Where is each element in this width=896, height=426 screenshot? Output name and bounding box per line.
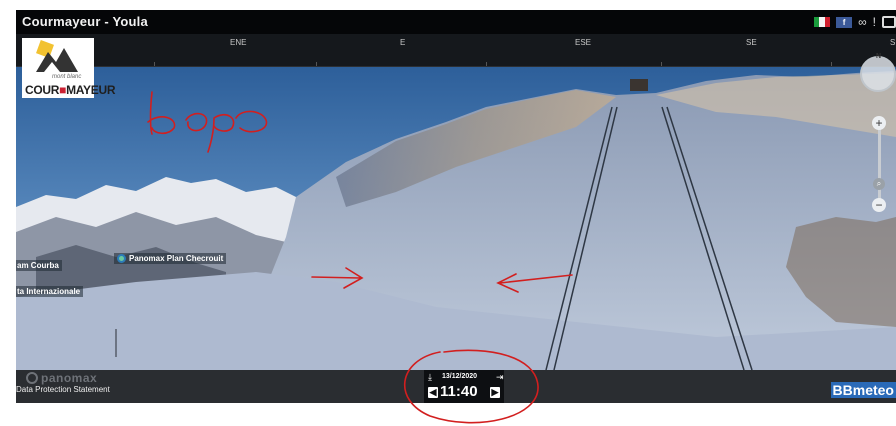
hand-annotations [147, 91, 573, 424]
annotation-circle [404, 349, 539, 424]
annotation-arrow-right [311, 267, 364, 289]
annotation-stroke [207, 113, 235, 153]
annotation-stroke [235, 110, 268, 133]
annotation-stroke [185, 112, 208, 132]
annotation-arrow-left [496, 273, 573, 293]
